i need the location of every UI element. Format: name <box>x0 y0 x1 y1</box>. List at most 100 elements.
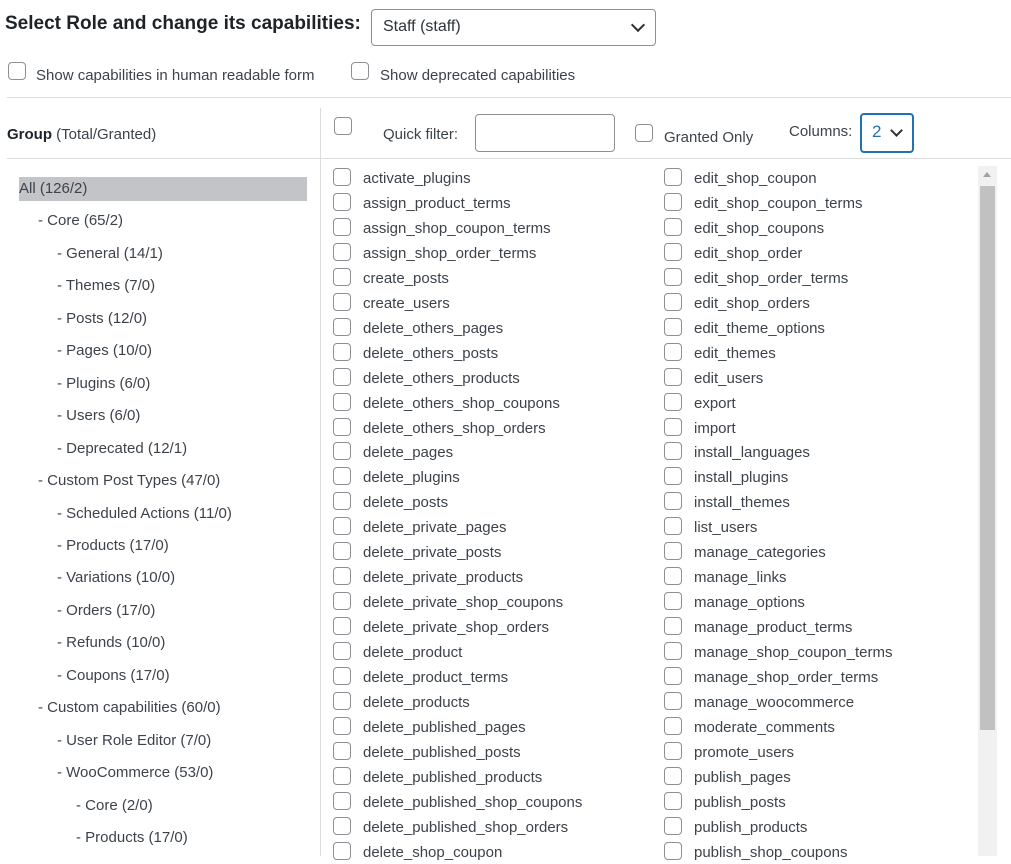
capability-checkbox[interactable] <box>664 741 682 760</box>
capability-checkbox[interactable] <box>664 342 682 361</box>
capability-checkbox[interactable] <box>664 642 682 661</box>
capability-checkbox[interactable] <box>664 716 682 735</box>
capability-checkbox[interactable] <box>333 242 351 261</box>
group-item[interactable]: - Coupons (17/0) <box>57 667 170 684</box>
capability-checkbox[interactable] <box>664 617 682 636</box>
capability-checkbox[interactable] <box>664 667 682 685</box>
capability-label: publish_pages <box>694 768 791 786</box>
capability-checkbox[interactable] <box>664 567 682 586</box>
capability-checkbox[interactable] <box>333 841 351 860</box>
group-item[interactable]: - Plugins (6/0) <box>57 375 150 392</box>
capability-checkbox[interactable] <box>333 217 351 236</box>
group-item[interactable]: - Themes (7/0) <box>57 277 155 294</box>
group-item[interactable]: - Custom Post Types (47/0) <box>38 472 220 489</box>
quick-filter-input[interactable] <box>475 114 615 152</box>
group-item[interactable]: - Core (65/2) <box>38 212 123 229</box>
group-item[interactable]: - WooCommerce (53/0) <box>57 764 213 781</box>
capability-checkbox[interactable] <box>333 716 351 735</box>
capability-checkbox[interactable] <box>664 417 682 436</box>
human-readable-checkbox[interactable] <box>8 62 26 80</box>
group-item[interactable]: - General (14/1) <box>57 245 163 262</box>
select-all-checkbox[interactable] <box>334 117 352 135</box>
capability-label: manage_shop_order_terms <box>694 669 879 686</box>
group-item[interactable]: - Scheduled Actions (11/0) <box>57 505 232 522</box>
capability-checkbox[interactable] <box>333 667 351 685</box>
capability-checkbox[interactable] <box>664 492 682 511</box>
columns-select[interactable]: 2 <box>860 113 914 153</box>
capability-checkbox[interactable] <box>333 317 351 336</box>
group-item[interactable]: - User Role Editor (7/0) <box>57 732 211 749</box>
capability-checkbox[interactable] <box>333 542 351 561</box>
capability-checkbox[interactable] <box>664 442 682 461</box>
capability-label: list_users <box>694 519 758 537</box>
capability-checkbox[interactable] <box>664 168 682 186</box>
capability-checkbox[interactable] <box>664 791 682 810</box>
capability-checkbox[interactable] <box>333 592 351 611</box>
quick-filter-label: Quick filter: <box>383 126 459 143</box>
capability-checkbox[interactable] <box>333 517 351 536</box>
capability-checkbox[interactable] <box>664 317 682 336</box>
capability-label: delete_products <box>363 693 470 711</box>
capability-label: delete_published_products <box>363 768 543 786</box>
group-header-rest: (Total/Granted) <box>52 126 157 143</box>
capability-checkbox[interactable] <box>333 691 351 710</box>
scrollbar-thumb[interactable] <box>980 186 995 730</box>
capability-checkbox[interactable] <box>333 168 351 186</box>
capability-checkbox[interactable] <box>664 242 682 261</box>
capability-checkbox[interactable] <box>664 592 682 611</box>
group-item[interactable]: - Products (17/0) <box>76 829 188 846</box>
group-item[interactable]: - Users (6/0) <box>57 407 140 424</box>
show-deprecated-checkbox[interactable] <box>351 62 369 80</box>
capability-checkbox[interactable] <box>333 392 351 411</box>
capability-checkbox[interactable] <box>664 766 682 785</box>
group-item[interactable]: - Pages (10/0) <box>57 342 152 359</box>
capability-checkbox[interactable] <box>664 217 682 236</box>
group-item[interactable]: - Refunds (10/0) <box>57 634 165 651</box>
capability-checkbox[interactable] <box>664 267 682 286</box>
capability-checkbox[interactable] <box>333 267 351 286</box>
capability-checkbox[interactable] <box>664 816 682 835</box>
group-item[interactable]: - Orders (17/0) <box>57 602 155 619</box>
capability-checkbox[interactable] <box>664 517 682 536</box>
capability-checkbox[interactable] <box>664 192 682 211</box>
capability-checkbox[interactable] <box>333 417 351 436</box>
capability-checkbox[interactable] <box>333 617 351 636</box>
capability-label: edit_shop_coupon_terms <box>694 194 863 212</box>
capability-checkbox[interactable] <box>333 192 351 211</box>
capability-label: delete_private_posts <box>363 544 502 562</box>
capability-checkbox[interactable] <box>333 642 351 661</box>
group-item[interactable]: - Custom capabilities (60/0) <box>38 699 221 716</box>
capability-label: assign_shop_coupon_terms <box>363 219 551 237</box>
capability-label: delete_others_products <box>363 369 520 387</box>
capability-checkbox[interactable] <box>333 567 351 586</box>
group-item[interactable]: - Products (17/0) <box>57 537 169 554</box>
group-item[interactable]: - Variations (10/0) <box>57 569 175 586</box>
granted-only-checkbox[interactable] <box>635 124 653 142</box>
capability-label: import <box>694 419 736 437</box>
capability-checkbox[interactable] <box>664 292 682 311</box>
capability-checkbox[interactable] <box>333 791 351 810</box>
group-item[interactable]: - Deprecated (12/1) <box>57 440 187 457</box>
capability-checkbox[interactable] <box>664 691 682 710</box>
group-item[interactable]: - Core (2/0) <box>76 797 153 814</box>
scroll-up-arrow-icon[interactable] <box>983 172 991 177</box>
capability-checkbox[interactable] <box>333 292 351 311</box>
role-select[interactable]: Staff (staff) <box>371 9 656 46</box>
capability-checkbox[interactable] <box>333 342 351 361</box>
capability-checkbox[interactable] <box>333 367 351 386</box>
capability-checkbox[interactable] <box>664 392 682 411</box>
capability-checkbox[interactable] <box>664 467 682 486</box>
capability-checkbox[interactable] <box>664 542 682 561</box>
capability-checkbox[interactable] <box>333 816 351 835</box>
show-deprecated-label: Show deprecated capabilities <box>380 67 576 84</box>
capability-checkbox[interactable] <box>664 367 682 386</box>
capability-label: activate_plugins <box>363 170 471 187</box>
capability-checkbox[interactable] <box>333 467 351 486</box>
capability-checkbox[interactable] <box>333 492 351 511</box>
capability-checkbox[interactable] <box>333 741 351 760</box>
capability-checkbox[interactable] <box>333 442 351 461</box>
group-item[interactable]: All (126/2) <box>19 177 307 201</box>
capability-checkbox[interactable] <box>333 766 351 785</box>
capability-checkbox[interactable] <box>664 841 682 860</box>
group-item[interactable]: - Posts (12/0) <box>57 310 147 327</box>
